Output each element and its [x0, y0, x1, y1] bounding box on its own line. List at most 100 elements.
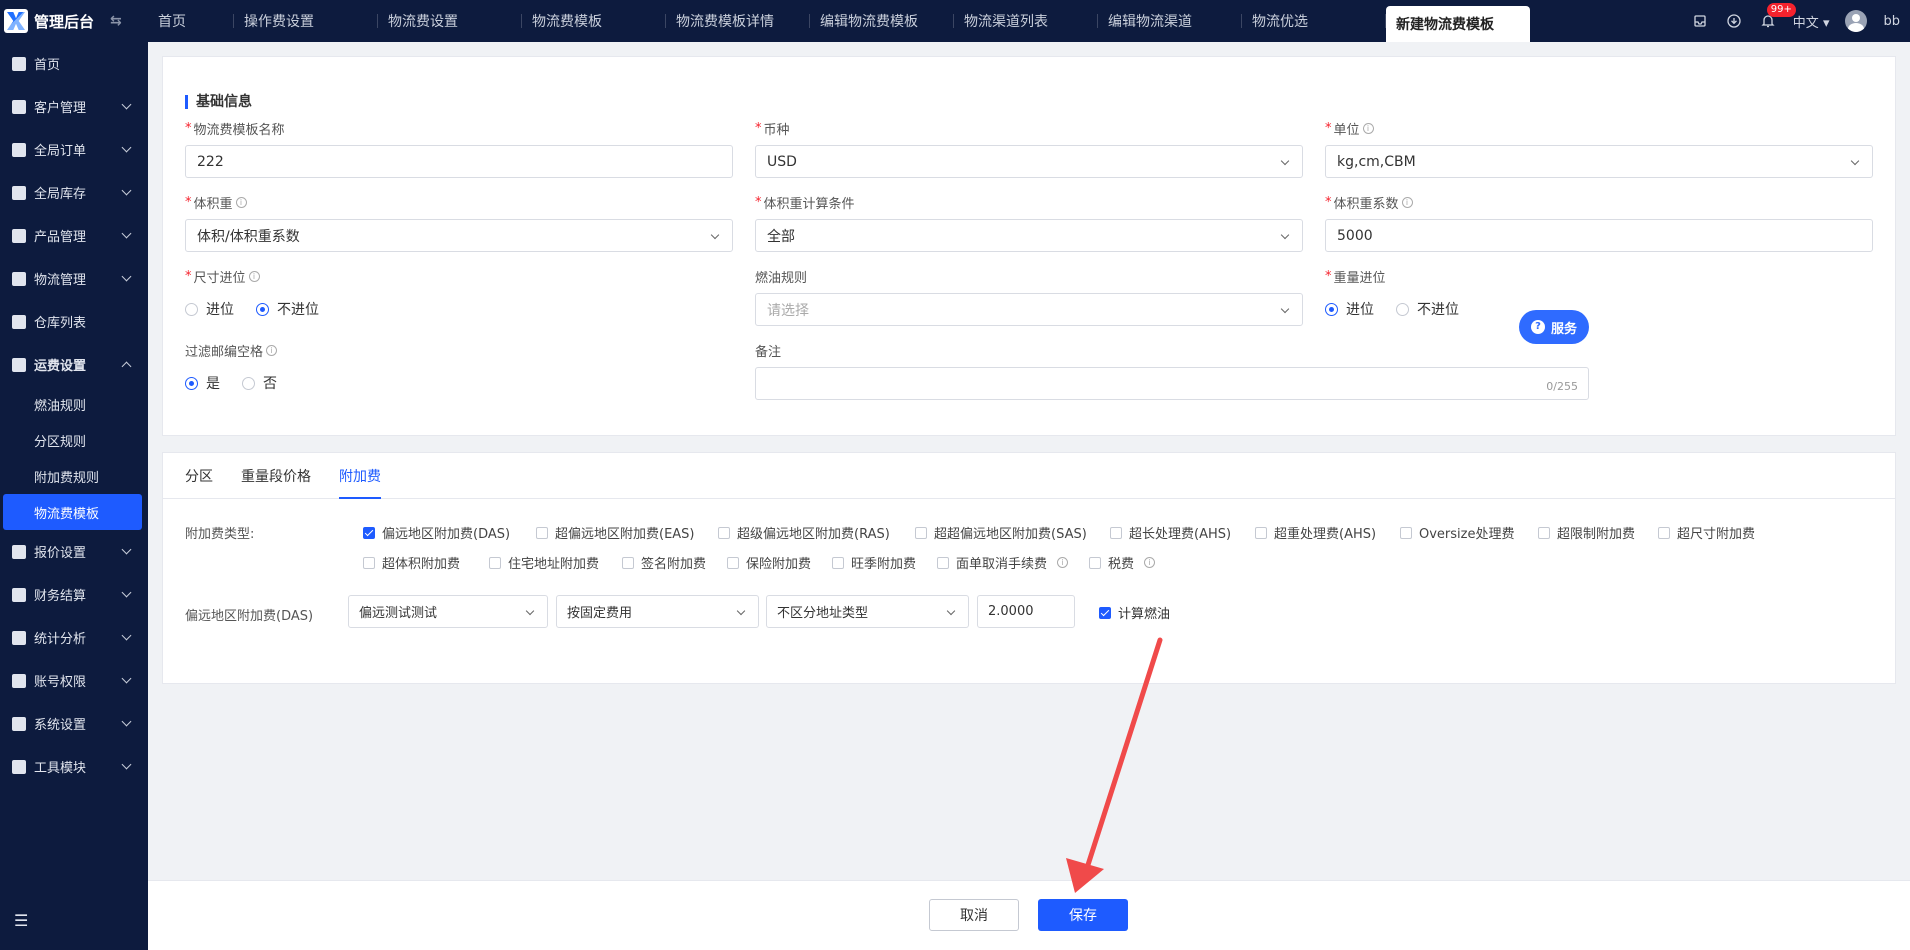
logo-icon — [4, 9, 28, 33]
tab-edit-channel[interactable]: 编辑物流渠道 — [1098, 0, 1242, 42]
username[interactable]: bb — [1883, 14, 1900, 29]
save-button[interactable]: 保存 — [1038, 899, 1128, 931]
checkbox-peak[interactable]: 旺季附加费 — [832, 553, 937, 572]
sidebar-sub-fuel-rule[interactable]: 燃油规则 — [0, 386, 148, 422]
checkbox-ahs-length[interactable]: 超长处理费(AHS) — [1110, 523, 1255, 542]
section-title: 基础信息 — [185, 95, 252, 109]
language-select[interactable]: 中文 ▾ — [1793, 12, 1830, 31]
user-icon — [12, 99, 26, 114]
help-icon[interactable]: i — [1401, 196, 1413, 208]
fee-tabs: 分区 重量段价格 附加费 — [163, 453, 1895, 499]
tab-logistics-preferred[interactable]: 物流优选 — [1242, 0, 1386, 42]
sidebar-item-warehouse-list[interactable]: 仓库列表 — [0, 300, 148, 343]
sidebar-item-accounts[interactable]: 账号权限 — [0, 659, 148, 702]
question-icon: ? — [1531, 320, 1545, 334]
volume-factor-input[interactable]: 5000 — [1325, 219, 1873, 252]
download-icon[interactable] — [1725, 12, 1743, 30]
service-button[interactable]: ? 服务 — [1519, 310, 1590, 344]
volume-weight-select[interactable]: 体积/体积重系数 — [185, 219, 733, 252]
chevron-down-icon — [946, 606, 956, 616]
weight-round-yes-radio[interactable]: 进位 — [1325, 299, 1374, 319]
checkbox-label-cancel[interactable]: 面单取消手续费 i — [937, 553, 1089, 572]
chevron-up-icon — [121, 361, 132, 372]
sidebar-sub-surcharge-rule[interactable]: 附加费规则 — [0, 458, 148, 494]
fuel-checkbox[interactable]: 计算燃油 — [1099, 603, 1170, 622]
help-icon[interactable]: i — [1057, 557, 1069, 568]
truck-icon — [12, 271, 26, 286]
char-counter: 0/255 — [1546, 380, 1578, 393]
help-icon[interactable]: i — [266, 344, 278, 356]
das-address-type-select[interactable]: 不区分地址类型 — [766, 595, 969, 628]
help-icon[interactable]: i — [1362, 122, 1374, 134]
chevron-down-icon — [121, 630, 132, 641]
sidebar-item-inventory[interactable]: 全局库存 — [0, 171, 148, 214]
sidebar-item-stats[interactable]: 统计分析 — [0, 616, 148, 659]
tab-operation-fee[interactable]: 操作费设置 — [234, 0, 378, 42]
checkbox-residential[interactable]: 住宅地址附加费 — [489, 553, 622, 572]
currency-select[interactable]: USD — [755, 145, 1303, 178]
sidebar-item-freight-settings[interactable]: 运费设置 — [0, 343, 148, 386]
sidebar-item-customer[interactable]: 客户管理 — [0, 85, 148, 128]
app-logo[interactable]: 管理后台 ⇆ — [0, 0, 148, 42]
sidebar-sub-zone-rule[interactable]: 分区规则 — [0, 422, 148, 458]
checkbox-ahs-weight[interactable]: 超重处理费(AHS) — [1255, 523, 1400, 542]
help-icon[interactable]: i — [248, 270, 260, 282]
unit-select[interactable]: kg,cm,CBM — [1325, 145, 1873, 178]
das-amount-input[interactable]: 2.0000 — [977, 595, 1075, 628]
avatar[interactable] — [1845, 10, 1868, 32]
checkbox-oversize[interactable]: Oversize处理费 — [1400, 523, 1538, 542]
tab-weight-price[interactable]: 重量段价格 — [241, 453, 311, 498]
surcharge-row-2: 超体积附加费 住宅地址附加费 签名附加费 保险附加费 旺季附加费 面单取消手续费… — [363, 553, 1156, 572]
size-round-no-radio[interactable]: 不进位 — [256, 299, 319, 319]
filter-zip-no-radio[interactable]: 否 — [242, 373, 277, 393]
footer-bar: 取消 保存 — [148, 880, 1910, 950]
checkbox-limit[interactable]: 超限制附加费 — [1538, 523, 1658, 542]
sidebar-item-quote[interactable]: 报价设置 — [0, 530, 148, 573]
sidebar-sub-fee-template[interactable]: 物流费模板 — [3, 494, 142, 530]
tab-surcharge[interactable]: 附加费 — [339, 453, 381, 499]
swap-icon[interactable]: ⇆ — [110, 13, 122, 29]
cancel-button[interactable]: 取消 — [929, 899, 1019, 931]
volume-factor-field: * 体积重系数 i 5000 — [1325, 193, 1873, 252]
inbox-icon[interactable] — [1691, 12, 1709, 30]
checkbox-das[interactable]: 偏远地区附加费(DAS) — [363, 523, 536, 542]
bell-icon[interactable]: 99+ — [1759, 3, 1796, 30]
tab-zone[interactable]: 分区 — [185, 453, 213, 498]
checkbox-insurance[interactable]: 保险附加费 — [727, 553, 832, 572]
sidebar-item-orders[interactable]: 全局订单 — [0, 128, 148, 171]
sidebar-item-logistics[interactable]: 物流管理 — [0, 257, 148, 300]
checkbox-sas[interactable]: 超超偏远地区附加费(SAS) — [915, 523, 1110, 542]
fuel-rule-select[interactable]: 请选择 — [755, 293, 1303, 326]
help-icon[interactable]: i — [235, 196, 247, 208]
tab-fee-template-detail[interactable]: 物流费模板详情 — [666, 0, 810, 42]
checkbox-eas[interactable]: 超偏远地区附加费(EAS) — [536, 523, 718, 542]
sidebar-item-products[interactable]: 产品管理 — [0, 214, 148, 257]
das-fee-mode-select[interactable]: 按固定费用 — [556, 595, 759, 628]
filter-zip-yes-radio[interactable]: 是 — [185, 373, 220, 393]
tab-new-fee-template[interactable]: 新建物流费模板 — [1386, 6, 1530, 42]
sidebar-item-tools[interactable]: 工具模块 — [0, 745, 148, 788]
weight-round-no-radio[interactable]: 不进位 — [1396, 299, 1459, 319]
sidebar-item-home[interactable]: 首页 — [0, 42, 148, 85]
sidebar-item-finance[interactable]: 财务结算 — [0, 573, 148, 616]
volume-condition-select[interactable]: 全部 — [755, 219, 1303, 252]
checkbox-over-size[interactable]: 超尺寸附加费 — [1658, 523, 1755, 542]
das-template-select[interactable]: 偏远测试测试 — [348, 595, 548, 628]
template-name-field: * 物流费模板名称 222 — [185, 119, 733, 178]
checkbox-ras[interactable]: 超级偏远地区附加费(RAS) — [718, 523, 915, 542]
checkbox-signature[interactable]: 签名附加费 — [622, 553, 727, 572]
checkbox-over-volume[interactable]: 超体积附加费 — [363, 553, 489, 572]
surcharge-row-1: 偏远地区附加费(DAS) 超偏远地区附加费(EAS) 超级偏远地区附加费(RAS… — [363, 523, 1755, 542]
menu-toggle-icon[interactable]: ☰ — [14, 911, 28, 930]
template-name-input[interactable]: 222 — [185, 145, 733, 178]
tab-channel-list[interactable]: 物流渠道列表 — [954, 0, 1098, 42]
tab-home[interactable]: 首页 — [148, 0, 234, 42]
help-icon[interactable]: i — [1144, 557, 1156, 568]
tab-logistics-fee[interactable]: 物流费设置 — [378, 0, 522, 42]
size-round-yes-radio[interactable]: 进位 — [185, 299, 234, 319]
remark-textarea[interactable]: 0/255 — [755, 367, 1589, 400]
checkbox-tax[interactable]: 税费 i — [1089, 553, 1156, 572]
tab-fee-template[interactable]: 物流费模板 — [522, 0, 666, 42]
tab-edit-fee-template[interactable]: 编辑物流费模板 — [810, 0, 954, 42]
sidebar-item-system[interactable]: 系统设置 — [0, 702, 148, 745]
